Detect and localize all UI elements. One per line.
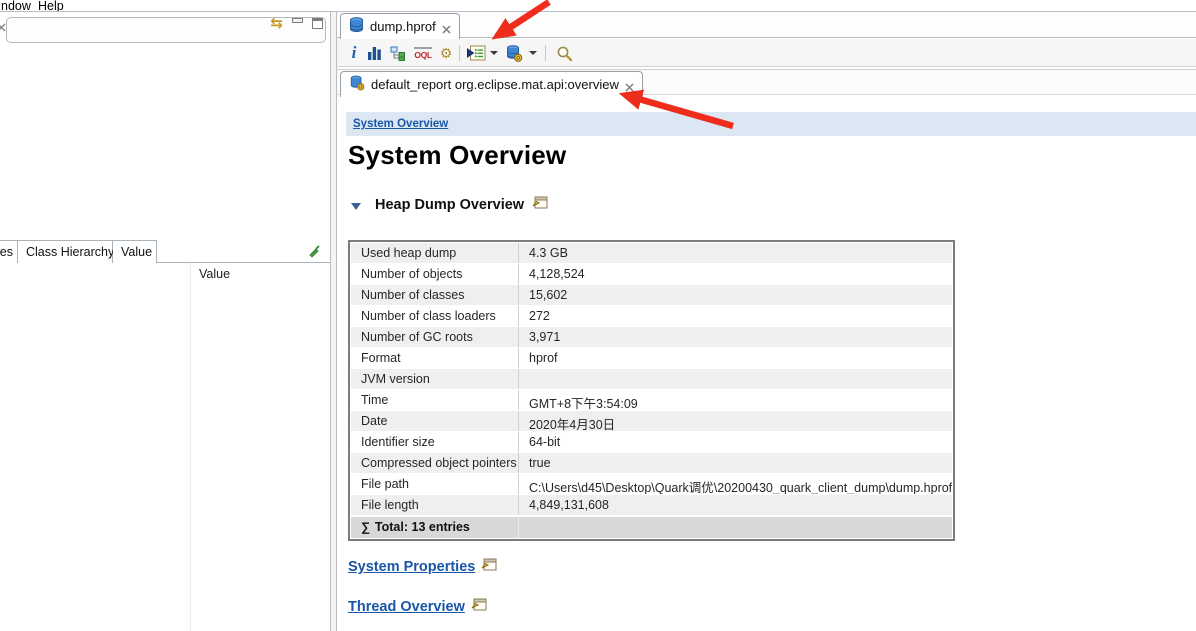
table-footer-row: ∑ Total: 13 entries xyxy=(351,516,952,538)
section-title: Heap Dump Overview xyxy=(375,197,524,213)
report-tabbar: default_report org.eclipse.mat.api:overv… xyxy=(337,69,1196,95)
link-with-editor-icon[interactable]: ⇆ xyxy=(270,16,283,31)
sigma-icon: ∑ xyxy=(361,520,370,534)
minimize-icon[interactable] xyxy=(292,18,303,23)
link-row-system-properties: System Properties xyxy=(348,558,497,576)
editor-toolbar: i OQL ⚙ xyxy=(337,39,1196,67)
tab-attributes-partial[interactable]: es xyxy=(0,240,18,263)
heap-dump-icon xyxy=(349,17,364,36)
tab-value[interactable]: Value xyxy=(113,240,157,263)
table-row: File length4,849,131,608 xyxy=(351,495,952,516)
thread-overview-link[interactable]: Thread Overview xyxy=(348,599,465,615)
table-row: Number of class loaders272 xyxy=(351,306,952,327)
open-in-new-window-icon[interactable] xyxy=(481,558,497,576)
close-icon[interactable] xyxy=(442,22,451,31)
panel-sash[interactable] xyxy=(330,12,337,631)
table-row: TimeGMT+8下午3:54:09 xyxy=(351,390,952,411)
editor-area: dump.hprof i xyxy=(337,12,1196,631)
editor-tabbar: dump.hprof xyxy=(337,12,1196,38)
table-row: Number of objects4,128,524 xyxy=(351,264,952,285)
histogram-icon[interactable] xyxy=(364,39,384,67)
heap-dump-details-icon[interactable]: i xyxy=(345,39,363,67)
query-browser-dropdown-icon[interactable] xyxy=(527,39,539,67)
table-row: Used heap dump4.3 GB xyxy=(351,243,952,264)
search-icon[interactable] xyxy=(553,39,575,67)
section-heap-dump-overview: Heap Dump Overview xyxy=(351,196,548,214)
open-in-new-window-icon[interactable] xyxy=(532,196,548,214)
toolbar-separator xyxy=(459,45,460,61)
collapse-triangle-icon[interactable] xyxy=(351,203,361,210)
maximize-icon[interactable] xyxy=(312,18,323,29)
report-icon xyxy=(349,75,365,94)
pin-icon[interactable] xyxy=(307,244,321,263)
run-report-dropdown-icon[interactable] xyxy=(488,39,500,67)
oql-label: OQL xyxy=(414,47,431,60)
left-panel-tabbar: es Class Hierarchy Value xyxy=(0,240,331,263)
oql-console-icon[interactable]: OQL xyxy=(411,39,435,67)
table-row: Number of classes15,602 xyxy=(351,285,952,306)
run-expert-report-icon[interactable] xyxy=(465,39,487,67)
dominator-tree-icon[interactable] xyxy=(387,39,409,67)
table-row: Formathprof xyxy=(351,348,952,369)
breadcrumb: System Overview xyxy=(346,112,1196,136)
table-row: Identifier size64-bit xyxy=(351,432,952,453)
table-row: Date2020年4月30日 xyxy=(351,411,952,432)
breadcrumb-link-system-overview[interactable]: System Overview xyxy=(353,118,448,130)
tab-label: Class Hierarchy xyxy=(26,245,114,259)
system-properties-link[interactable]: System Properties xyxy=(348,559,475,575)
value-column-header[interactable]: Value xyxy=(199,267,230,281)
table-row: Number of GC roots3,971 xyxy=(351,327,952,348)
tab-class-hierarchy[interactable]: Class Hierarchy xyxy=(18,240,113,263)
query-browser-icon[interactable] xyxy=(503,39,525,67)
left-view-panel: ⇆ es Class Hierarchy Value Value xyxy=(0,12,331,631)
close-icon[interactable] xyxy=(625,80,634,89)
toolbar-separator xyxy=(545,45,546,61)
tab-label: Value xyxy=(121,245,152,259)
gear-icon[interactable]: ⚙ xyxy=(436,39,456,67)
table-row: File pathC:\Users\d45\Desktop\Quark调优\20… xyxy=(351,474,952,495)
tab-default-report[interactable]: default_report org.eclipse.mat.api:overv… xyxy=(340,71,643,97)
open-in-new-window-icon[interactable] xyxy=(471,598,487,616)
report-tab-label: default_report org.eclipse.mat.api:overv… xyxy=(371,77,619,92)
page-title: System Overview xyxy=(348,140,566,171)
table-row: Compressed object pointerstrue xyxy=(351,453,952,474)
column-divider xyxy=(190,263,191,631)
tab-label: es xyxy=(0,245,13,259)
app-window: ndow Help ⇆ es Class Hierarchy Value xyxy=(0,0,1196,631)
link-row-thread-overview: Thread Overview xyxy=(348,598,487,616)
table-footer-label: Total: 13 entries xyxy=(375,520,470,534)
table-row: JVM version xyxy=(351,369,952,390)
heap-dump-overview-table: Used heap dump4.3 GB Number of objects4,… xyxy=(348,240,955,541)
report-content: System Overview System Overview Heap Dum… xyxy=(337,96,1196,631)
tab-dump-hprof[interactable]: dump.hprof xyxy=(340,13,460,39)
editor-tab-label: dump.hprof xyxy=(370,19,436,34)
